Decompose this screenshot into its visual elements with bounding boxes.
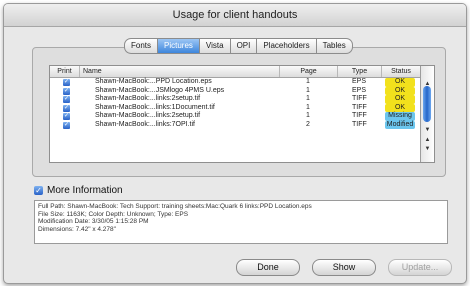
print-checkbox[interactable]: ✓ [63,121,70,129]
status-badge: OK [385,86,415,95]
info-dimensions: Dimensions: 7.42" x 4.278" [38,225,116,233]
scroll-down-arrow-icon[interactable]: ▼ [421,145,434,154]
picture-page: 2 [306,120,310,128]
status-badge: OK [385,103,415,112]
tab-vista[interactable]: Vista [199,38,231,54]
more-information-toggle[interactable]: ✓ More Information [34,184,123,196]
picture-page: 1 [306,86,310,94]
column-header-type[interactable]: Type [338,66,382,77]
column-header-print[interactable]: Print [50,66,80,77]
print-checkbox[interactable]: ✓ [63,87,70,95]
table-row[interactable]: ✓ Shawn-MacBook:...JSMlogo 4PMS U.eps 1 … [50,86,420,95]
tab-fonts[interactable]: Fonts [124,38,159,54]
picture-page: 1 [306,112,310,119]
status-badge: OK [385,95,415,104]
tab-opi[interactable]: OPI [230,38,258,54]
column-header-page[interactable]: Page [280,66,338,77]
picture-type: TIFF [352,95,367,102]
picture-page: 1 [306,78,310,85]
table-row[interactable]: ✓ Shawn-MacBook:...links:2setup.tif 1 TI… [50,95,420,104]
tab-placeholders[interactable]: Placeholders [257,38,317,54]
picture-name: Shawn-MacBook:...links:1Document.tif [95,103,215,111]
print-checkbox[interactable]: ✓ [63,79,70,86]
more-information-checkbox[interactable]: ✓ [34,185,43,195]
picture-type: TIFF [352,112,367,119]
usage-dialog: Usage for client handouts Fonts Pictures… [3,3,467,284]
vertical-scrollbar[interactable]: ▲ ▼ ▲ ▼ [420,66,434,162]
table-body: ✓ Shawn-MacBook:...PPD Location.eps 1 EP… [50,78,420,129]
done-button[interactable]: Done [236,259,300,276]
scroll-up-arrow-icon[interactable]: ▲ [421,136,434,145]
more-information-label: More Information [47,184,123,196]
show-button[interactable]: Show [312,259,376,276]
picture-name: Shawn-MacBook:...links:2setup.tif [95,112,201,119]
table-header: Print Name Page Type Status [50,66,420,78]
pictures-panel: Print Name Page Type Status ✓ Shawn-MacB… [32,47,446,177]
picture-type: TIFF [352,120,367,128]
tab-pictures[interactable]: Pictures [158,38,200,54]
table-row[interactable]: ✓ Shawn-MacBook:...links:7OPI.tif 2 TIFF… [50,120,420,129]
print-checkbox[interactable]: ✓ [63,104,70,112]
table-row[interactable]: ✓ Shawn-MacBook:...links:1Document.tif 1… [50,103,420,112]
picture-name: Shawn-MacBook:...links:7OPI.tif [95,120,195,128]
picture-page: 1 [306,103,310,111]
dialog-title: Usage for client handouts [4,4,466,27]
picture-type: TIFF [352,103,367,111]
tab-tables[interactable]: Tables [316,38,353,54]
picture-type: EPS [352,86,367,94]
picture-name: Shawn-MacBook:...links:2setup.tif [95,95,201,102]
picture-name: Shawn-MacBook:...PPD Location.eps [95,78,212,85]
update-button[interactable]: Update... [388,259,452,276]
status-badge: OK [385,78,415,87]
tab-bar: Fonts Pictures Vista OPI Placeholders Ta… [124,38,353,54]
status-badge: Modified [385,120,415,129]
scroll-down-arrow-icon[interactable]: ▼ [421,126,434,135]
info-modification-date: Modification Date: 3/30/05 1:15:28 PM [38,218,149,225]
column-header-status[interactable]: Status [382,66,420,77]
info-full-path: Full Path: Shawn-MacBook: Tech Support: … [38,203,312,210]
more-information-box: Full Path: Shawn-MacBook: Tech Support: … [34,200,448,244]
table-row[interactable]: ✓ Shawn-MacBook:...PPD Location.eps 1 EP… [50,78,420,87]
pictures-table: Print Name Page Type Status ✓ Shawn-MacB… [49,65,435,163]
picture-type: EPS [352,78,367,85]
info-file-size: File Size: 1163K; Color Depth: Unknown; … [38,210,189,218]
print-checkbox[interactable]: ✓ [63,113,70,120]
scroll-thumb[interactable] [423,86,431,122]
picture-page: 1 [306,95,310,102]
picture-name: Shawn-MacBook:...JSMlogo 4PMS U.eps [95,86,225,94]
print-checkbox[interactable]: ✓ [63,96,70,103]
status-badge: Missing [385,112,415,121]
column-header-name[interactable]: Name [80,66,280,77]
table-row[interactable]: ✓ Shawn-MacBook:...links:2setup.tif 1 TI… [50,112,420,121]
